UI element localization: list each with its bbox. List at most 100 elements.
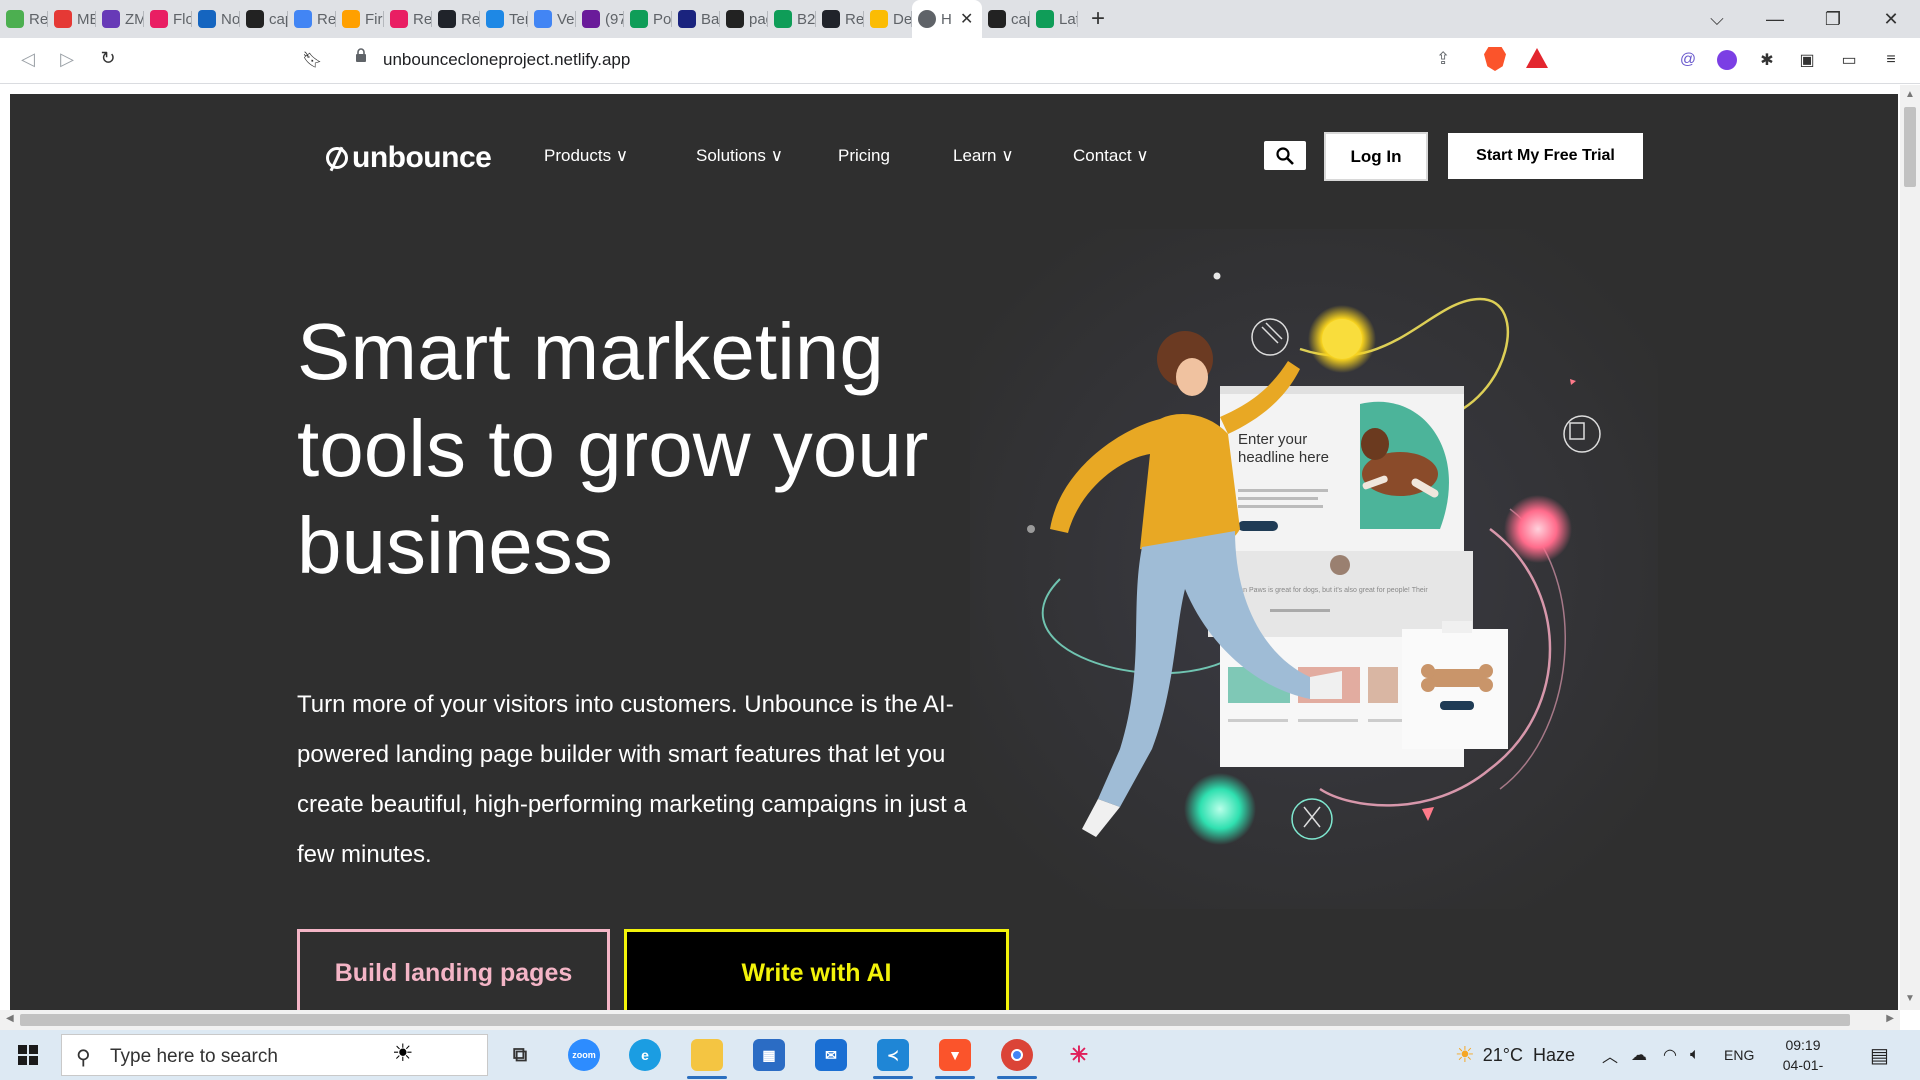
browser-tab[interactable]: Late (1030, 0, 1078, 38)
browser-tab[interactable]: Reac (816, 0, 864, 38)
weather-widget[interactable]: ☀ 21°C Haze (1455, 1030, 1575, 1080)
browser-tab[interactable]: (977 (576, 0, 624, 38)
nav-learn[interactable]: Learn ∨ (953, 146, 1014, 166)
tab-favicon-icon (486, 10, 504, 28)
running-indicator (935, 1076, 975, 1079)
weather-icon: ☀ (1455, 1042, 1475, 1067)
running-indicator (687, 1076, 727, 1079)
unbounce-logo[interactable]: unbounce (326, 141, 492, 175)
scroll-up-icon[interactable]: ▲ (1905, 89, 1915, 100)
minimize-icon[interactable]: — (1746, 9, 1804, 30)
new-tab-icon[interactable]: + (1078, 5, 1118, 33)
clock-time: 09:19 (1785, 1037, 1821, 1053)
onedrive-icon[interactable]: ☁ (1631, 1030, 1647, 1080)
clock[interactable]: 09:19 04-01-2023 (1768, 1035, 1838, 1080)
share-icon[interactable]: ⇪ (1436, 49, 1450, 69)
brave-rewards-icon[interactable] (1526, 48, 1548, 68)
tab-title: Resu (317, 10, 336, 28)
browser-tab[interactable]: ZMC (96, 0, 144, 38)
extensions-puzzle-icon[interactable]: ✱ (1756, 49, 1778, 71)
store-icon[interactable]: ▦ (753, 1039, 785, 1071)
nav-pricing[interactable]: Pricing (838, 146, 890, 166)
browser-tab[interactable]: Nov (192, 0, 240, 38)
taskbar-search[interactable]: ⚲ Type here to search ☀ (61, 1034, 488, 1076)
browser-tab[interactable]: B22 (768, 0, 816, 38)
nav-contact[interactable]: Contact ∨ (1073, 146, 1149, 166)
horizontal-scroll-thumb[interactable] (20, 1014, 1850, 1026)
tab-favicon-icon (1036, 10, 1054, 28)
mockup-caption: Urban Paws is great for dogs, but it's a… (1228, 587, 1428, 594)
tab-title: B22 (797, 10, 816, 28)
volume-icon[interactable]: 🔈︎ (1690, 1030, 1700, 1080)
tab-favicon-icon (582, 10, 600, 28)
horizontal-scrollbar[interactable]: ◀ ▶ (0, 1010, 1900, 1030)
bookmark-icon[interactable]: 🔖︎ (302, 50, 322, 70)
logo-text: unbounce (352, 141, 492, 174)
file-explorer-icon[interactable] (691, 1039, 723, 1071)
build-landing-pages-button[interactable]: Build landing pages (297, 929, 610, 1010)
browser-tab[interactable]: Fireb (336, 0, 384, 38)
tab-favicon-icon (198, 10, 216, 28)
address-bar[interactable]: unbouncecloneproject.netlify.app (383, 50, 630, 70)
browser-tab[interactable]: capi (982, 0, 1030, 38)
extension-icon[interactable]: @ (1677, 49, 1699, 71)
login-button[interactable]: Log In (1324, 132, 1428, 181)
vertical-scroll-thumb[interactable] (1904, 107, 1916, 187)
brave-icon[interactable]: ▼ (939, 1039, 971, 1071)
browser-tab[interactable]: Tera (480, 0, 528, 38)
tab-search-icon[interactable]: ⌵ (1688, 9, 1746, 30)
site-search-button[interactable] (1264, 141, 1306, 170)
task-view-icon[interactable]: ⧉ (504, 1039, 536, 1071)
nav-solutions[interactable]: Solutions ∨ (696, 146, 783, 166)
windows-taskbar: ⚲ Type here to search ☀ ⧉ zoom e ▦ ✉ ≺ ▼… (0, 1030, 1920, 1080)
zoom-icon[interactable]: zoom (568, 1039, 600, 1071)
browser-tab[interactable]: Basi (672, 0, 720, 38)
scroll-down-icon[interactable]: ▼ (1905, 993, 1915, 1004)
scroll-right-icon[interactable]: ▶ (1886, 1013, 1894, 1024)
start-button[interactable] (18, 1045, 38, 1065)
browser-tab[interactable]: capi (240, 0, 288, 38)
browser-tab[interactable]: MEG (48, 0, 96, 38)
extension-icon[interactable] (1716, 49, 1738, 71)
lock-icon[interactable] (355, 48, 367, 62)
close-tab-icon[interactable]: ✕ (960, 9, 973, 29)
browser-tab[interactable]: Rece (0, 0, 48, 38)
restore-icon[interactable]: ❐ (1804, 9, 1862, 30)
browser-tab[interactable]: Venu (528, 0, 576, 38)
browser-tab[interactable]: Reac (384, 0, 432, 38)
tab-title: Deb (893, 10, 912, 28)
close-window-icon[interactable]: ✕ (1862, 9, 1920, 30)
wallet-icon[interactable]: ▭ (1838, 49, 1860, 71)
language-indicator[interactable]: ENG (1724, 1030, 1754, 1080)
tab-title: Port (653, 10, 672, 28)
browser-tab[interactable]: Flow (144, 0, 192, 38)
vertical-scrollbar[interactable]: ▲ ▼ (1900, 85, 1920, 1010)
mail-icon[interactable]: ✉ (815, 1039, 847, 1071)
notifications-icon[interactable]: ▤ (1870, 1030, 1889, 1080)
tab-favicon-icon (54, 10, 72, 28)
nav-products[interactable]: Products ∨ (544, 146, 628, 166)
chrome-icon[interactable] (1001, 1039, 1033, 1071)
browser-tab[interactable]: Deb (864, 0, 912, 38)
show-hidden-icons[interactable]: ︿ (1602, 1030, 1618, 1080)
sidebar-icon[interactable]: ▣ (1796, 49, 1818, 71)
brave-shields-icon[interactable] (1484, 47, 1506, 71)
edge-icon[interactable]: e (629, 1039, 661, 1071)
scroll-left-icon[interactable]: ◀ (6, 1013, 14, 1024)
menu-icon[interactable]: ≡ (1880, 49, 1902, 71)
free-trial-button[interactable]: Start My Free Trial (1448, 133, 1643, 179)
write-with-ai-button[interactable]: Write with AI (624, 929, 1009, 1010)
reload-icon[interactable]: ↻ (88, 48, 128, 69)
browser-tab[interactable]: page (720, 0, 768, 38)
browser-tab[interactable]: Reac (432, 0, 480, 38)
forward-icon[interactable]: ▷ (47, 49, 87, 70)
back-icon[interactable]: ◁ (8, 49, 48, 70)
page-viewport: unbounce Products ∨ Solutions ∨ Pricing … (0, 85, 1920, 1010)
browser-tab[interactable]: Port (624, 0, 672, 38)
browser-tab[interactable]: Resu (288, 0, 336, 38)
vscode-icon[interactable]: ≺ (877, 1039, 909, 1071)
green-orb (1184, 773, 1256, 845)
wifi-icon[interactable]: ◠ (1663, 1030, 1677, 1080)
slack-icon[interactable]: ✳ (1063, 1039, 1095, 1071)
active-browser-tab[interactable]: H ✕ (912, 0, 982, 38)
